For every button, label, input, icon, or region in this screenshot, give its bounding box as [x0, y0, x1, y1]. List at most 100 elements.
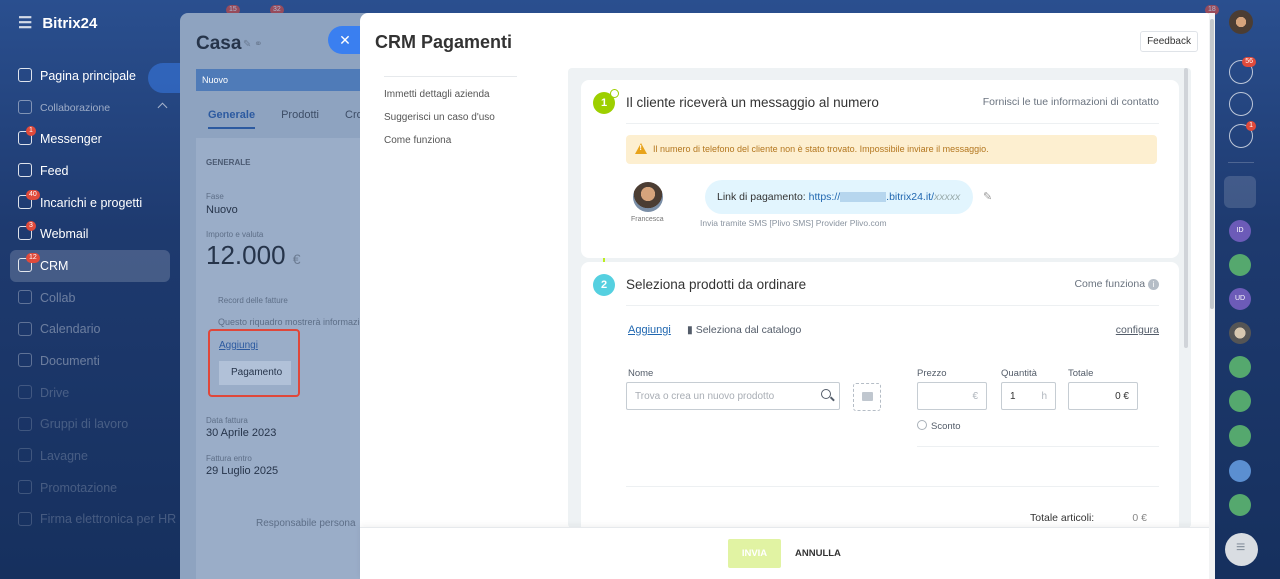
edit-pencil-icon[interactable]: ✎: [983, 190, 992, 203]
sidebar-item-esign-hr[interactable]: Firma elettronica per HR: [0, 504, 180, 536]
nav-link[interactable]: Suggerisci un caso d'uso: [384, 112, 517, 123]
group-icon[interactable]: [1229, 494, 1251, 516]
bell-icon[interactable]: 56: [1229, 57, 1256, 84]
sidebar-item-label: Collaborazione: [40, 101, 111, 114]
how-it-works-link[interactable]: Come funziona i: [1074, 278, 1159, 290]
board-icon: [18, 448, 32, 463]
target-icon[interactable]: [1229, 92, 1253, 116]
feed-icon: [18, 163, 32, 178]
chat-icon[interactable]: 1: [1229, 121, 1256, 148]
product-search-input[interactable]: Trova o crea un nuovo prodotto: [626, 382, 840, 410]
bookmark-icon[interactable]: [1224, 176, 1256, 208]
task-icon[interactable]: [1229, 356, 1251, 378]
sidebar-item-groups[interactable]: Gruppi di lavoro: [0, 409, 180, 441]
sidebar-item-collab[interactable]: Collab: [0, 282, 180, 314]
group-icon[interactable]: [1229, 425, 1251, 447]
footer-bar: INVIA ANNULLA: [360, 527, 1215, 579]
price-input[interactable]: €: [917, 382, 987, 410]
feedback-button[interactable]: Feedback: [1140, 31, 1198, 52]
amount-value: 12.000 €: [206, 240, 301, 271]
page-title: Casa: [196, 33, 242, 54]
link-text: Come funziona: [1074, 278, 1146, 290]
sidebar-item-documents[interactable]: Documenti: [0, 345, 180, 377]
add-payment-menu: Aggiungi Pagamento: [208, 329, 300, 397]
task-icon[interactable]: [1229, 254, 1251, 276]
configure-link[interactable]: configura: [1116, 324, 1159, 336]
chevron-up-icon[interactable]: [157, 102, 168, 113]
field-label: Importo e valuta: [206, 230, 264, 239]
responsible-name[interactable]: Responsabile persona: [256, 518, 356, 529]
step-number-text: 1: [600, 97, 608, 109]
sidebar-item-label: CRM: [40, 258, 69, 273]
group-icon[interactable]: [1229, 390, 1251, 412]
qty-value: 1: [1010, 391, 1016, 402]
sidebar-group-collaborazione[interactable]: Collaborazione: [0, 92, 180, 124]
scrollbar-thumb[interactable]: [1210, 19, 1214, 309]
tab-prodotti[interactable]: Prodotti: [281, 109, 319, 129]
scrollbar[interactable]: [1184, 68, 1188, 348]
contact-avatar[interactable]: UD: [1229, 288, 1251, 310]
close-panel-button[interactable]: [148, 63, 180, 93]
divider: [917, 446, 1159, 447]
divider: [626, 486, 1159, 487]
image-placeholder-icon[interactable]: [853, 383, 881, 411]
discount-toggle[interactable]: Sconto: [917, 420, 961, 432]
sidebar-item-boards[interactable]: Lavagne: [0, 440, 180, 472]
add-product-link[interactable]: Aggiungi: [628, 324, 671, 336]
menu-item-pagamento[interactable]: Pagamento: [219, 361, 291, 385]
info-icon: i: [1148, 279, 1159, 290]
field-label: Fattura entro: [206, 454, 252, 463]
app-logo[interactable]: ☰ Bitrix24: [18, 13, 97, 33]
sidebar-item-feed[interactable]: Feed: [0, 155, 180, 187]
user-avatar[interactable]: [1229, 10, 1253, 34]
sidebar-item-crm[interactable]: 12 CRM: [10, 250, 170, 282]
search-icon[interactable]: [821, 389, 831, 399]
record-text: Questo riquadro mostrerà informazioni: [218, 317, 372, 327]
sidebar-item-messenger[interactable]: 1 Messenger: [0, 123, 180, 155]
stage-bar[interactable]: Nuovo: [196, 69, 380, 91]
add-link[interactable]: Aggiungi: [219, 340, 258, 351]
menu-icon[interactable]: ☰: [18, 13, 32, 33]
badge: 40: [26, 189, 40, 200]
quantity-input[interactable]: 1h: [1001, 382, 1056, 410]
badge: 56: [1242, 57, 1256, 67]
contact-info-link[interactable]: Fornisci le tue informazioni di contatto: [983, 96, 1159, 108]
chat-icon[interactable]: [1229, 460, 1251, 482]
badge: 1: [1246, 121, 1256, 131]
contact-avatar[interactable]: ID: [1229, 220, 1251, 242]
calendar-icon: [18, 321, 32, 336]
total-items-label: Totale articoli:: [1030, 512, 1095, 524]
sms-provider-text[interactable]: Invia tramite SMS [Plivo SMS] Provider P…: [700, 218, 887, 228]
close-slider-button[interactable]: ✕: [328, 26, 362, 54]
sidebar-item-label: Pagina principale: [40, 68, 136, 83]
sidebar-item-label: Feed: [40, 163, 69, 178]
sidebar-item-tasks[interactable]: 40 Incarichi e progetti: [0, 187, 180, 219]
send-button[interactable]: INVIA: [728, 539, 781, 568]
page-scrollbar[interactable]: [1209, 13, 1215, 579]
sidebar-item-promotion[interactable]: Promotazione: [0, 472, 180, 504]
badge: 12: [26, 253, 40, 264]
field-label: Nome: [628, 368, 654, 379]
tab-generale[interactable]: Generale: [208, 109, 256, 129]
field-label: Quantità: [1001, 368, 1037, 379]
contact-avatar[interactable]: [1229, 322, 1251, 344]
divider: [626, 123, 1159, 124]
menu-icon[interactable]: [1225, 533, 1258, 566]
total-input[interactable]: 0 €: [1068, 382, 1138, 410]
field-value: 30 Aprile 2023: [206, 427, 277, 439]
catalog-link[interactable]: ▮ Seleziona dal catalogo: [687, 324, 801, 336]
sidebar-item-drive[interactable]: Drive: [0, 377, 180, 409]
cancel-button[interactable]: ANNULLA: [795, 548, 841, 559]
section-title: GENERALE: [206, 158, 251, 167]
nav-link[interactable]: Immetti dettagli azienda: [384, 89, 517, 100]
sidebar-item-webmail[interactable]: 3 Webmail: [0, 218, 180, 250]
collab-icon: [18, 289, 32, 304]
edit-pencil-icon[interactable]: ✎ ⚭: [243, 39, 263, 50]
book-icon: ▮: [687, 324, 693, 336]
drive-icon: [18, 384, 32, 399]
group-icon: [18, 416, 32, 431]
field-label: Prezzo: [917, 368, 947, 379]
payment-url[interactable]: https:// .bitrix24.it/xxxxx: [809, 191, 961, 203]
sidebar-item-calendar[interactable]: Calendario: [0, 314, 180, 346]
nav-link[interactable]: Come funziona: [384, 135, 517, 146]
